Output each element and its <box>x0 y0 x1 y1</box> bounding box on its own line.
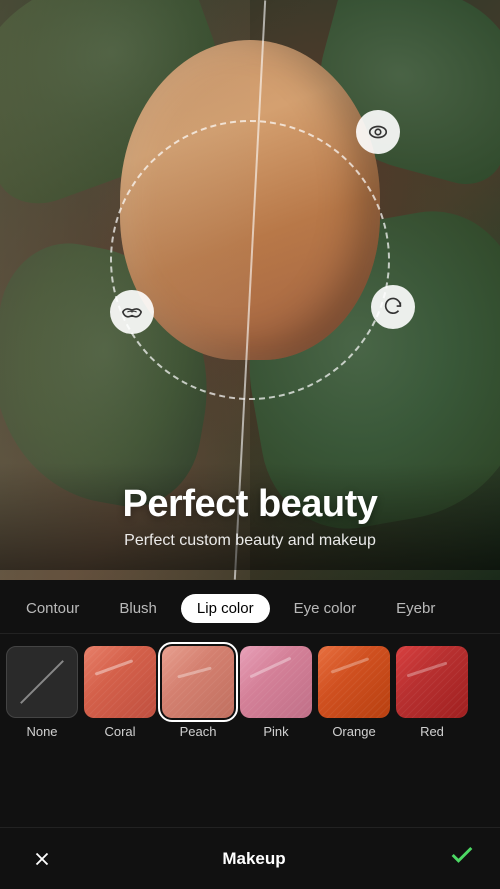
swatch-peach[interactable]: Peach <box>162 646 234 739</box>
swatch-coral-box <box>84 646 156 718</box>
hero-section: Perfect beauty Perfect custom beauty and… <box>0 0 500 580</box>
tab-contour[interactable]: Contour <box>10 594 95 623</box>
swatch-pink[interactable]: Pink <box>240 646 312 739</box>
swatches-row: None Coral Peach Pink <box>0 634 500 827</box>
bottom-bar-title: Makeup <box>222 849 285 869</box>
swatch-coral[interactable]: Coral <box>84 646 156 739</box>
swatch-orange[interactable]: Orange <box>318 646 390 739</box>
swatch-orange-box <box>318 646 390 718</box>
swatch-none-box <box>6 646 78 718</box>
swatch-red-box <box>396 646 468 718</box>
swatch-texture <box>396 646 468 718</box>
eye-icon[interactable] <box>356 110 400 154</box>
bottom-bar: Makeup <box>0 827 500 889</box>
swatch-coral-label: Coral <box>104 724 135 739</box>
swatch-none[interactable]: None <box>6 646 78 739</box>
swatch-pink-box <box>240 646 312 718</box>
lips-icon[interactable] <box>110 290 154 334</box>
swatch-texture <box>318 646 390 718</box>
swatch-texture <box>84 646 156 718</box>
swatch-peach-label: Peach <box>180 724 217 739</box>
bottom-panel: Contour Blush Lip color Eye color Eyebr … <box>0 580 500 889</box>
close-button[interactable] <box>24 841 60 877</box>
hero-subtitle: Perfect custom beauty and makeup <box>20 532 480 550</box>
confirm-button[interactable] <box>448 841 476 876</box>
swatch-peach-box <box>162 646 234 718</box>
none-line <box>20 660 64 704</box>
tab-eye-color[interactable]: Eye color <box>278 594 373 623</box>
swatch-red[interactable]: Red <box>396 646 468 739</box>
swatch-texture <box>162 646 234 718</box>
app-container: Perfect beauty Perfect custom beauty and… <box>0 0 500 889</box>
swatch-pink-label: Pink <box>263 724 288 739</box>
tab-lip-color[interactable]: Lip color <box>181 594 270 623</box>
swatch-orange-label: Orange <box>332 724 375 739</box>
refresh-icon[interactable] <box>371 285 415 329</box>
hero-text-container: Perfect beauty Perfect custom beauty and… <box>0 463 500 570</box>
swatch-red-label: Red <box>420 724 444 739</box>
swatch-texture <box>240 646 312 718</box>
hero-title: Perfect beauty <box>20 483 480 526</box>
swatch-none-label: None <box>26 724 57 739</box>
tab-eyebrow[interactable]: Eyebr <box>380 594 451 623</box>
tab-blush[interactable]: Blush <box>103 594 173 623</box>
category-tabs: Contour Blush Lip color Eye color Eyebr <box>0 580 500 634</box>
